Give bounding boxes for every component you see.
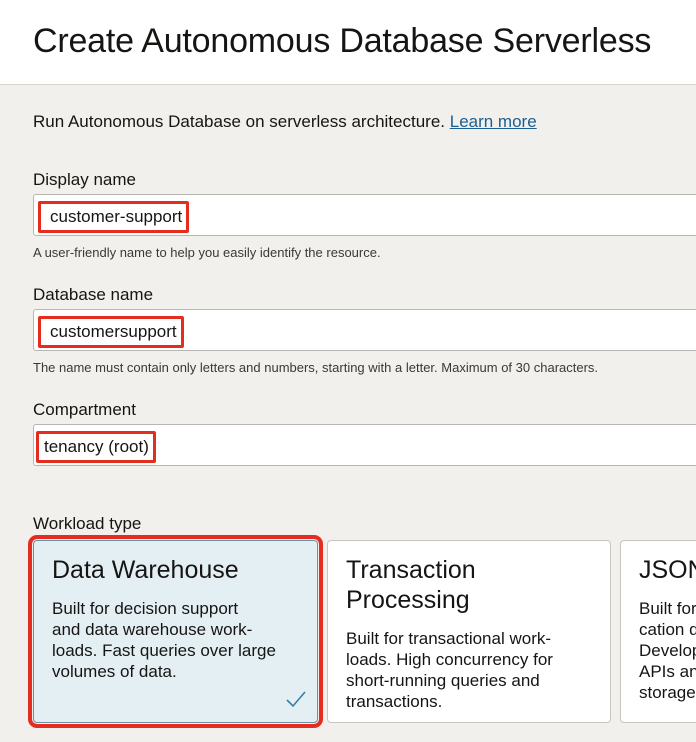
- card-desc-line: loads. Fast queries over large: [52, 641, 276, 660]
- check-icon: [286, 691, 306, 708]
- display-name-label: Display name: [33, 170, 136, 189]
- intro-description: Run Autonomous Database on serverless ar…: [33, 112, 450, 131]
- page-title: Create Autonomous Database Serverless: [33, 22, 652, 60]
- database-name-value: customersupport: [38, 316, 184, 348]
- card-title: Data Warehouse: [52, 556, 239, 584]
- card-desc-line: Develop: [639, 641, 696, 660]
- workload-card-json[interactable]: JSON Built for cation d Develop APIs an …: [620, 540, 696, 723]
- display-name-value: customer-support: [38, 201, 190, 233]
- compartment-label: Compartment: [33, 400, 136, 419]
- learn-more-link[interactable]: Learn more: [450, 112, 537, 131]
- card-desc-line: short-running queries and: [346, 671, 540, 690]
- card-desc-line: and data warehouse work-: [52, 620, 253, 639]
- compartment-select[interactable]: tenancy (root): [33, 424, 696, 466]
- card-desc-line: storage: [639, 683, 696, 702]
- card-title: Transaction Processing: [346, 555, 600, 615]
- workload-type-label: Workload type: [33, 514, 142, 533]
- card-desc-line: volumes of data.: [52, 662, 177, 681]
- card-desc-line: loads. High concurrency for: [346, 650, 553, 669]
- card-title-line: Transaction: [346, 556, 476, 584]
- compartment-value: tenancy (root): [36, 431, 156, 463]
- card-desc-line: Built for decision support: [52, 599, 239, 618]
- card-desc-line: Built for: [639, 599, 696, 618]
- card-desc-line: APIs an: [639, 662, 696, 681]
- page-header: Create Autonomous Database Serverless: [0, 0, 696, 85]
- card-title-line: Processing: [346, 586, 470, 614]
- card-desc-line: Built for transactional work-: [346, 629, 552, 648]
- card-description: Built for transactional work- loads. Hig…: [346, 628, 600, 712]
- database-name-helper: The name must contain only letters and n…: [33, 360, 599, 375]
- card-desc-line: cation d: [639, 620, 696, 639]
- workload-card-data-warehouse[interactable]: Data Warehouse Built for decision suppor…: [28, 535, 323, 728]
- card-description: Built for decision support and data ware…: [52, 598, 307, 682]
- display-name-helper: A user-friendly name to help you easily …: [33, 245, 381, 260]
- workload-card-transaction-processing[interactable]: Transaction Processing Built for transac…: [327, 540, 611, 723]
- card-title: JSON: [639, 556, 696, 584]
- card-description: Built for cation d Develop APIs an stora…: [639, 598, 696, 703]
- display-name-input[interactable]: customer-support: [33, 194, 696, 236]
- intro-text: Run Autonomous Database on serverless ar…: [33, 112, 537, 132]
- database-name-label: Database name: [33, 285, 154, 304]
- database-name-input[interactable]: customersupport: [33, 309, 696, 351]
- card-desc-line: transactions.: [346, 692, 443, 711]
